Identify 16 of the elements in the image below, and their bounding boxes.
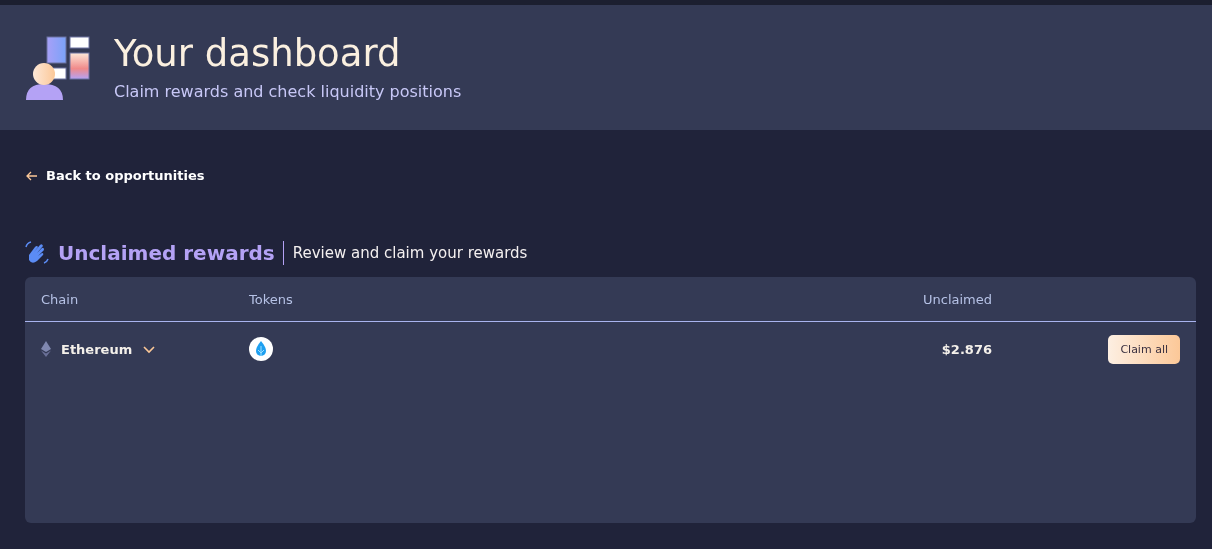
dashboard-logo-icon — [26, 35, 90, 100]
token-icon — [249, 337, 273, 361]
back-link[interactable]: Back to opportunities — [26, 168, 205, 183]
chain-name: Ethereum — [61, 341, 133, 357]
waving-hand-icon — [25, 241, 49, 265]
diamond-icon — [41, 341, 51, 357]
unclaimed-amount: $2.876 — [941, 341, 992, 357]
page-subtitle: Claim rewards and check liquidity positions — [114, 82, 462, 102]
arrow-left-icon — [26, 170, 38, 181]
section-title: Unclaimed rewards — [58, 241, 284, 265]
column-header: Chain — [41, 291, 80, 307]
claim-all-button[interactable]: Claim all — [1108, 334, 1180, 364]
page-title: Your dashboard — [114, 33, 402, 75]
section-subtitle: Review and claim your rewards — [292, 244, 528, 262]
column-header: Tokens — [249, 291, 294, 307]
column-header: Unclaimed — [923, 291, 992, 307]
